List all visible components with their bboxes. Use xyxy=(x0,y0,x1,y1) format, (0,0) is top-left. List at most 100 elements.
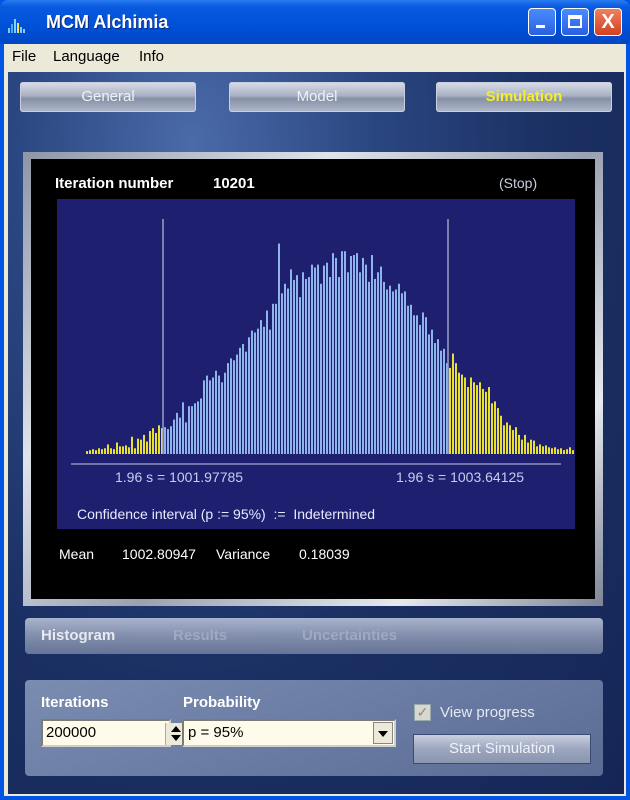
histogram-bar xyxy=(317,264,319,454)
iteration-label: Iteration number xyxy=(55,175,174,192)
histogram-tail-bar xyxy=(542,446,544,454)
chevron-down-icon xyxy=(378,731,388,737)
spin-up-icon[interactable] xyxy=(171,726,181,732)
subtab-uncertainties[interactable]: Uncertainties xyxy=(302,627,397,644)
histogram-bar xyxy=(398,283,400,454)
histogram-bar xyxy=(272,303,274,454)
histogram-bar xyxy=(182,402,184,454)
histogram-tail-bar xyxy=(134,448,136,454)
bars-chart-icon xyxy=(8,13,30,33)
histogram-chart: 1.96 s = 1001.97785 1.96 s = 1003.64125 … xyxy=(57,199,575,529)
histogram-bar xyxy=(371,255,373,454)
minimize-button[interactable] xyxy=(528,8,556,36)
histogram-bar xyxy=(173,419,175,454)
histogram-tail-bar xyxy=(449,367,451,454)
stop-button[interactable]: (Stop) xyxy=(499,175,537,191)
histogram-tail-bar xyxy=(518,434,520,454)
histogram-tail-bar xyxy=(158,425,160,454)
histogram-tail-bar xyxy=(491,403,493,454)
title-bar[interactable]: MCM Alchimia X xyxy=(0,0,630,44)
histogram-bar xyxy=(401,293,403,454)
histogram-bar xyxy=(416,315,418,454)
histogram-bar xyxy=(389,285,391,454)
histogram-bar xyxy=(257,328,259,454)
histogram-tail-bar xyxy=(116,442,118,454)
histogram-tail-bar xyxy=(107,444,109,454)
histogram-bar xyxy=(215,370,217,454)
probability-select[interactable]: p = 95% xyxy=(182,719,396,747)
menu-info[interactable]: Info xyxy=(139,48,164,65)
subtab-histogram[interactable]: Histogram xyxy=(41,627,115,644)
histogram-tail-bar xyxy=(149,431,151,454)
histogram-tail-bar xyxy=(473,382,475,454)
histogram-tail-bar xyxy=(146,441,148,454)
confidence-interval-text: Confidence interval (p := 95%) := Indete… xyxy=(77,506,376,522)
histogram-panel: Iteration number 10201 (Stop) 1.96 s = 1… xyxy=(31,159,595,599)
menu-language[interactable]: Language xyxy=(53,48,120,65)
iterations-input[interactable]: 200000 xyxy=(41,719,186,747)
histogram-tail-bar xyxy=(104,448,106,454)
histogram-bar xyxy=(419,324,421,454)
histogram-bar xyxy=(164,427,166,454)
histogram-bar xyxy=(347,272,349,454)
iterations-label: Iterations xyxy=(41,694,109,711)
histogram-bar xyxy=(281,293,283,454)
histogram-bar xyxy=(284,283,286,454)
histogram-bar xyxy=(266,310,268,454)
histogram-tail-bar xyxy=(92,449,94,454)
histogram-tail-bar xyxy=(569,447,571,454)
histogram-tail-bar xyxy=(497,408,499,454)
histogram-bar xyxy=(440,350,442,454)
maximize-button[interactable] xyxy=(561,8,589,36)
histogram-tail-bar xyxy=(458,372,460,454)
window-title: MCM Alchimia xyxy=(46,12,169,32)
close-button[interactable]: X xyxy=(594,8,622,36)
histogram-tail-bar xyxy=(155,432,157,454)
histogram-tail-bar xyxy=(563,450,565,454)
histogram-tail-bar xyxy=(464,377,466,454)
histogram-tail-bar xyxy=(554,447,556,454)
histogram-bar xyxy=(329,277,331,454)
histogram-tail-bar xyxy=(506,422,508,454)
probability-dropdown-button[interactable] xyxy=(373,722,393,744)
histogram-tail-bar xyxy=(89,450,91,454)
histogram-bar xyxy=(293,279,295,454)
histogram-bar xyxy=(206,375,208,454)
histogram-bar xyxy=(245,351,247,454)
histogram-bar xyxy=(263,326,265,454)
histogram-tail-bar xyxy=(485,391,487,454)
maximize-icon xyxy=(568,15,582,28)
histogram-bar xyxy=(386,289,388,454)
spin-down-icon[interactable] xyxy=(171,735,181,741)
tab-simulation[interactable]: Simulation xyxy=(436,82,612,112)
histogram-bar xyxy=(338,277,340,454)
histogram-tail-bar xyxy=(98,448,100,454)
main-nav: General Model Simulation xyxy=(8,74,622,126)
variance-value: 0.18039 xyxy=(299,546,350,562)
histogram-tail-bar xyxy=(113,449,115,454)
histogram-bar xyxy=(437,339,439,454)
histogram-bar xyxy=(443,348,445,454)
histogram-tail-bar xyxy=(539,444,541,454)
tab-general[interactable]: General xyxy=(20,82,196,112)
histogram-bar xyxy=(191,406,193,454)
histogram-bar xyxy=(221,382,223,454)
histogram-tail-bar xyxy=(512,430,514,454)
histogram-tail-bar xyxy=(110,448,112,454)
histogram-bar xyxy=(428,334,430,454)
view-progress-label[interactable]: View progress xyxy=(440,704,535,721)
view-progress-checkbox[interactable]: ✓ xyxy=(414,704,431,721)
histogram-bar xyxy=(311,264,313,454)
histogram-bar xyxy=(290,269,292,454)
histogram-bar xyxy=(308,277,310,454)
histogram-bar xyxy=(377,272,379,454)
menu-file[interactable]: File xyxy=(12,48,36,65)
tab-model[interactable]: Model xyxy=(229,82,405,112)
histogram-tail-bar xyxy=(470,377,472,454)
histogram-tail-bar xyxy=(548,447,550,454)
subtab-results[interactable]: Results xyxy=(173,627,227,644)
start-simulation-button[interactable]: Start Simulation xyxy=(413,734,591,764)
histogram-tail-bar xyxy=(560,448,562,454)
histogram-bar xyxy=(209,380,211,454)
histogram-bar xyxy=(326,262,328,454)
